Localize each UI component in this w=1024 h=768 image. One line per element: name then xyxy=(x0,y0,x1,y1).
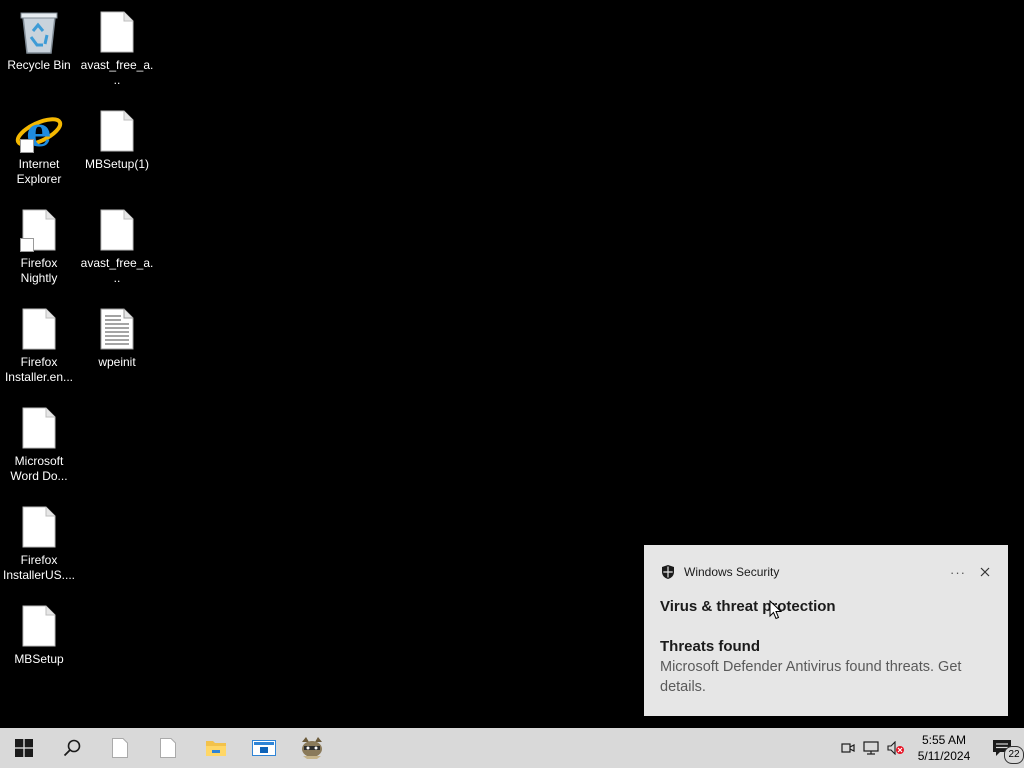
blank-file-icon xyxy=(15,602,63,650)
network-icon xyxy=(863,741,879,755)
desktop-icon-label: wpeinit xyxy=(98,355,136,369)
tray-network-button[interactable] xyxy=(860,728,884,768)
start-button[interactable] xyxy=(0,728,48,768)
blank-file-icon xyxy=(15,305,63,353)
tray-volume-button[interactable] xyxy=(884,728,908,768)
taskbar-file-button-2[interactable] xyxy=(144,728,192,768)
search-icon xyxy=(63,739,81,757)
taskbar-clock[interactable]: 5:55 AM 5/11/2024 xyxy=(908,728,980,768)
taskbar-file-button-1[interactable] xyxy=(96,728,144,768)
toast-app-name: Windows Security xyxy=(684,565,780,579)
tray-camera-button[interactable] xyxy=(836,728,860,768)
desktop-icon-label: Firefox Installer.en... xyxy=(4,355,74,384)
shortcut-arrow-icon xyxy=(20,238,34,252)
toast-subtitle: Threats found xyxy=(660,638,760,655)
windows-security-toast[interactable]: Windows Security ··· Virus & threat prot… xyxy=(644,545,1008,716)
shield-icon xyxy=(660,564,676,580)
desktop-icon-label: Microsoft Word Do... xyxy=(10,454,68,483)
file-explorer-button[interactable] xyxy=(192,728,240,768)
toast-header: Windows Security ··· xyxy=(660,564,992,580)
blank-file-icon xyxy=(93,107,141,155)
action-center-button[interactable]: 22 xyxy=(980,728,1024,768)
toast-title: Virus & threat protection xyxy=(660,598,836,615)
raccoon-app-button[interactable] xyxy=(288,728,336,768)
desktop-icon-firefox-installer-us[interactable]: Firefox InstallerUS.... xyxy=(0,497,78,596)
desktop-icon-label: Firefox Nightly xyxy=(20,256,58,285)
blank-file-icon xyxy=(15,503,63,551)
desktop-icon-mbsetup-1[interactable]: MBSetup(1) xyxy=(78,101,156,200)
desktop-icon-label: MBSetup xyxy=(14,652,64,666)
desktop-icon-label: avast_free_a... xyxy=(80,256,154,285)
app-window-icon xyxy=(252,740,276,756)
desktop: Recycle Bin avast_free_a... e Internet E… xyxy=(0,0,1024,728)
recycle-bin-icon xyxy=(15,8,63,56)
file-explorer-icon xyxy=(206,741,226,756)
more-options-button[interactable]: ··· xyxy=(950,565,966,580)
blank-file-icon xyxy=(15,206,63,254)
volume-muted-icon xyxy=(887,741,904,755)
internet-explorer-icon: e xyxy=(15,107,63,155)
desktop-icon-label: avast_free_a... xyxy=(80,58,154,87)
desktop-icon-firefox-installer-en[interactable]: Firefox Installer.en... xyxy=(0,299,78,398)
text-file-icon xyxy=(93,305,141,353)
clock-time: 5:55 AM xyxy=(921,733,967,747)
desktop-icon-label: Firefox InstallerUS.... xyxy=(2,553,76,582)
system-tray: 5:55 AM 5/11/2024 22 xyxy=(836,728,1024,768)
blank-file-icon xyxy=(160,738,176,758)
toast-body: Microsoft Defender Antivirus found threa… xyxy=(660,659,962,695)
raccoon-app-icon xyxy=(302,737,322,759)
desktop-icon-recycle-bin[interactable]: Recycle Bin xyxy=(0,2,78,101)
desktop-icon-label: Recycle Bin xyxy=(7,58,71,72)
blank-file-icon xyxy=(15,404,63,452)
close-icon xyxy=(980,567,990,577)
app-window-button[interactable] xyxy=(240,728,288,768)
desktop-icon-avast-2[interactable]: avast_free_a... xyxy=(78,200,156,299)
desktop-icon-wpeinit[interactable]: wpeinit xyxy=(78,299,156,398)
blank-file-icon xyxy=(112,738,128,758)
desktop-icon-microsoft-word-doc[interactable]: Microsoft Word Do... xyxy=(0,398,78,497)
desktop-icon-firefox-nightly[interactable]: Firefox Nightly xyxy=(0,200,78,299)
desktop-icon-mbsetup[interactable]: MBSetup xyxy=(0,596,78,695)
shortcut-arrow-icon xyxy=(20,139,34,153)
blank-file-icon xyxy=(93,8,141,56)
clock-date: 5/11/2024 xyxy=(917,749,971,763)
taskbar: 5:55 AM 5/11/2024 22 xyxy=(0,728,1024,768)
notification-count-badge: 22 xyxy=(1004,746,1024,764)
desktop-icon-label: Internet Explorer xyxy=(16,157,62,186)
desktop-icon-internet-explorer[interactable]: e Internet Explorer xyxy=(0,101,78,200)
search-button[interactable] xyxy=(48,728,96,768)
blank-file-icon xyxy=(93,206,141,254)
start-icon xyxy=(15,739,33,757)
desktop-icon-grid: Recycle Bin avast_free_a... e Internet E… xyxy=(0,2,156,695)
desktop-icon-label: MBSetup(1) xyxy=(84,157,150,171)
webcam-icon xyxy=(841,743,855,753)
desktop-icon-avast-1[interactable]: avast_free_a... xyxy=(78,2,156,101)
close-button[interactable] xyxy=(978,565,992,579)
